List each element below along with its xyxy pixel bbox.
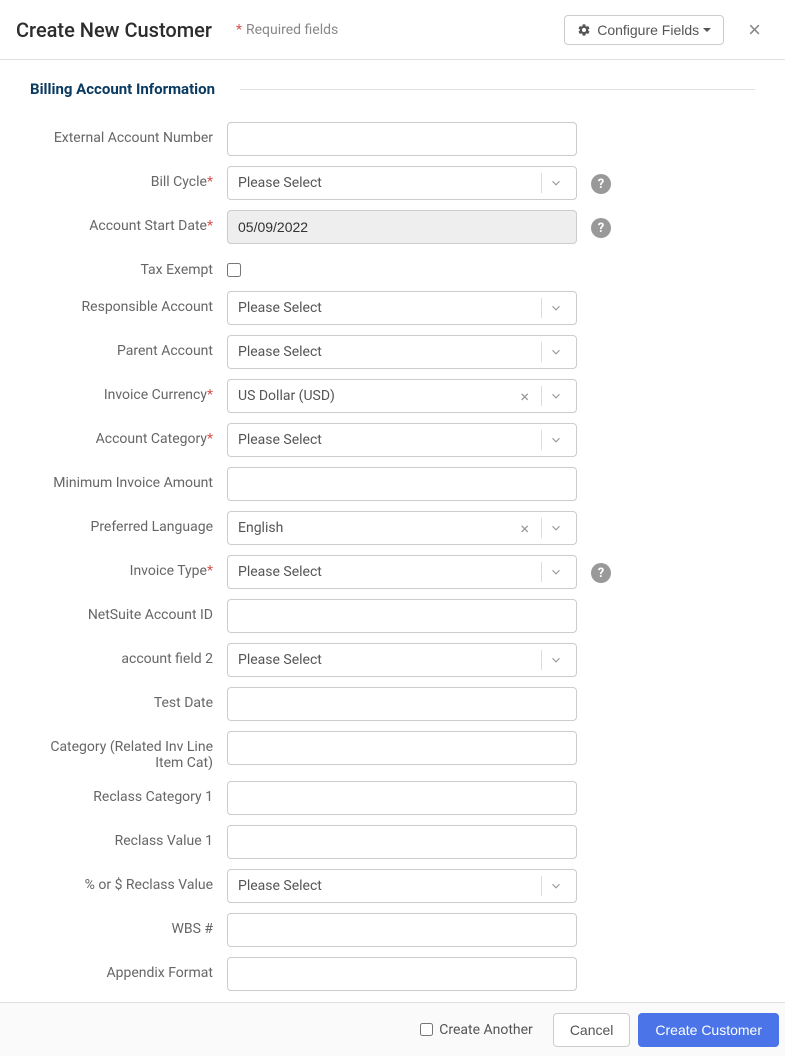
invoice-type-select[interactable]: Please Select [227,555,577,589]
account-start-date-input[interactable] [227,210,577,244]
row-preferred-language: Preferred Language English × [30,511,755,545]
chevron-down-icon [546,430,566,450]
chevron-down-icon [546,562,566,582]
create-another-label[interactable]: Create Another [420,1022,533,1038]
close-icon: × [748,17,761,42]
chevron-down-icon [546,518,566,538]
account-category-select[interactable]: Please Select [227,423,577,457]
chevron-down-icon [546,298,566,318]
row-category-related: Category (Related Inv Line Item Cat) [30,731,755,771]
label-percent-dollar-reclass: % or $ Reclass Value [30,869,227,893]
preferred-language-select[interactable]: English × [227,511,577,545]
label-account-category: Account Category* [30,423,227,447]
invoice-currency-select[interactable]: US Dollar (USD) × [227,379,577,413]
reclass-category-1-input[interactable] [227,781,577,815]
tax-exempt-checkbox[interactable] [227,263,241,277]
minimum-invoice-amount-input[interactable] [227,467,577,501]
configure-fields-button[interactable]: Configure Fields [564,15,724,45]
row-responsible-account: Responsible Account Please Select [30,291,755,325]
label-netsuite-account-id: NetSuite Account ID [30,599,227,623]
label-reclass-value-1: Reclass Value 1 [30,825,227,849]
form-content: Billing Account Information External Acc… [0,60,785,1002]
row-invoice-currency: Invoice Currency* US Dollar (USD) × [30,379,755,413]
row-bill-cycle: Bill Cycle* Please Select ? [30,166,755,200]
label-account-field-2: account field 2 [30,643,227,667]
label-reclass-category-1: Reclass Category 1 [30,781,227,805]
row-wbs-num: WBS # [30,913,755,947]
row-reclass-category-1: Reclass Category 1 [30,781,755,815]
label-preferred-language: Preferred Language [30,511,227,535]
row-account-field-2: account field 2 Please Select [30,643,755,677]
label-wbs-num: WBS # [30,913,227,937]
gear-icon [577,23,591,37]
parent-account-select[interactable]: Please Select [227,335,577,369]
appendix-format-input[interactable] [227,957,577,991]
row-invoice-type: Invoice Type* Please Select ? [30,555,755,589]
chevron-down-icon [546,173,566,193]
clear-icon[interactable]: × [512,387,537,406]
section-title: Billing Account Information [30,80,755,98]
row-tax-exempt: Tax Exempt [30,254,755,281]
label-tax-exempt: Tax Exempt [30,254,227,278]
modal-footer: Create Another Cancel Create Customer [0,1002,785,1056]
create-another-checkbox[interactable] [420,1023,433,1036]
row-netsuite-account-id: NetSuite Account ID [30,599,755,633]
netsuite-account-id-input[interactable] [227,599,577,633]
create-customer-button[interactable]: Create Customer [638,1013,779,1047]
help-icon[interactable]: ? [591,218,611,238]
percent-dollar-reclass-select[interactable]: Please Select [227,869,577,903]
label-minimum-invoice-amount: Minimum Invoice Amount [30,467,227,491]
label-parent-account: Parent Account [30,335,227,359]
help-icon[interactable]: ? [591,174,611,194]
row-account-start-date: Account Start Date* ? [30,210,755,244]
label-responsible-account: Responsible Account [30,291,227,315]
row-percent-dollar-reclass: % or $ Reclass Value Please Select [30,869,755,903]
chevron-down-icon [546,876,566,896]
help-icon[interactable]: ? [591,563,611,583]
caret-down-icon [703,28,711,32]
cancel-button[interactable]: Cancel [553,1013,631,1047]
bill-cycle-select[interactable]: Please Select [227,166,577,200]
label-external-account-number: External Account Number [30,122,227,146]
close-button[interactable]: × [740,13,769,47]
category-related-input[interactable] [227,731,577,765]
chevron-down-icon [546,650,566,670]
label-appendix-format: Appendix Format [30,957,227,981]
label-invoice-currency: Invoice Currency* [30,379,227,403]
label-category-related: Category (Related Inv Line Item Cat) [30,731,227,771]
row-parent-account: Parent Account Please Select [30,335,755,369]
required-fields-note: *Required fields [236,22,564,38]
page-title: Create New Customer [16,18,212,42]
label-invoice-type: Invoice Type* [30,555,227,579]
clear-icon[interactable]: × [512,519,537,538]
row-external-account-number: External Account Number [30,122,755,156]
required-asterisk: * [236,22,242,38]
external-account-number-input[interactable] [227,122,577,156]
row-reclass-value-1: Reclass Value 1 [30,825,755,859]
row-account-category: Account Category* Please Select [30,423,755,457]
account-field-2-select[interactable]: Please Select [227,643,577,677]
chevron-down-icon [546,386,566,406]
label-account-start-date: Account Start Date* [30,210,227,234]
label-bill-cycle: Bill Cycle* [30,166,227,190]
row-appendix-format: Appendix Format [30,957,755,991]
test-date-input[interactable] [227,687,577,721]
row-minimum-invoice-amount: Minimum Invoice Amount [30,467,755,501]
wbs-num-input[interactable] [227,913,577,947]
row-test-date: Test Date [30,687,755,721]
modal-header: Create New Customer *Required fields Con… [0,0,785,60]
label-test-date: Test Date [30,687,227,711]
responsible-account-select[interactable]: Please Select [227,291,577,325]
chevron-down-icon [546,342,566,362]
reclass-value-1-input[interactable] [227,825,577,859]
